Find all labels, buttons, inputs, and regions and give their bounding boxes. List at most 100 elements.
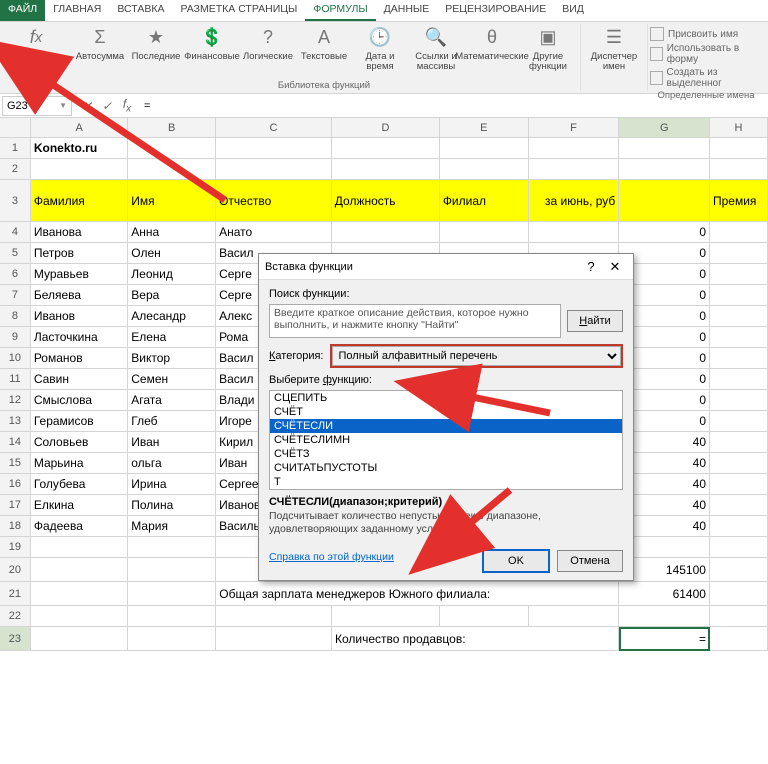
column-header[interactable]: D (332, 118, 440, 137)
close-button[interactable]: ✕ (603, 259, 627, 275)
ok-button[interactable]: OK (483, 550, 549, 572)
column-header[interactable]: B (128, 118, 216, 137)
insert-function-button[interactable]: fx Вставить функцию (8, 24, 64, 80)
logical-button[interactable]: ?Логические (240, 24, 296, 80)
function-list-item[interactable]: СЧЁТЕСЛИ (270, 419, 622, 433)
row-header[interactable]: 12 (0, 390, 31, 411)
tab-формулы[interactable]: ФОРМУЛЫ (305, 0, 375, 21)
cell[interactable]: Фадеева (31, 516, 128, 537)
cell[interactable]: 0 (619, 222, 710, 243)
cell[interactable]: Фамилия (31, 180, 128, 222)
row-header[interactable]: 17 (0, 495, 31, 516)
cell[interactable] (216, 159, 332, 180)
function-list-item[interactable]: СЧИТАТЬПУСТОТЫ (270, 461, 622, 475)
fx-button[interactable]: fx (118, 97, 136, 115)
dialog-titlebar[interactable]: Вставка функции ? ✕ (259, 254, 633, 280)
row-header[interactable]: 22 (0, 606, 31, 627)
cell[interactable]: Анна (128, 222, 216, 243)
cell[interactable]: Konekto.ru (31, 138, 128, 159)
cell[interactable] (710, 264, 768, 285)
cell[interactable]: = (619, 627, 710, 651)
function-list-item[interactable]: СЧЁТ (270, 405, 622, 419)
find-button[interactable]: Найти (567, 310, 623, 332)
column-header[interactable]: A (31, 118, 128, 137)
more-functions-button[interactable]: ▣Другие функции (520, 24, 576, 80)
financial-button[interactable]: 💲Финансовые (184, 24, 240, 80)
row-header[interactable]: 21 (0, 582, 31, 606)
cancel-button[interactable]: Отмена (557, 550, 623, 572)
cell[interactable] (710, 453, 768, 474)
cell[interactable]: Должность (332, 180, 440, 222)
function-list-item[interactable]: СЦЕПИТЬ (270, 391, 622, 405)
column-header[interactable]: C (216, 118, 332, 137)
cell[interactable] (128, 606, 216, 627)
cell[interactable] (332, 222, 440, 243)
row-header[interactable]: 8 (0, 306, 31, 327)
cell[interactable]: за июнь, руб (529, 180, 620, 222)
tab-разметка страницы[interactable]: РАЗМЕТКА СТРАНИЦЫ (172, 0, 305, 21)
cell[interactable]: Елкина (31, 495, 128, 516)
cell[interactable]: Романов (31, 348, 128, 369)
cell[interactable]: Глеб (128, 411, 216, 432)
row-header[interactable]: 7 (0, 285, 31, 306)
help-link[interactable]: Справка по этой функции (269, 551, 394, 563)
cell[interactable] (710, 558, 768, 582)
cell[interactable]: Ласточкина (31, 327, 128, 348)
cell[interactable] (216, 606, 332, 627)
cancel-formula-button[interactable]: ✕ (78, 97, 96, 115)
cell[interactable] (710, 606, 768, 627)
cell[interactable] (710, 369, 768, 390)
column-header[interactable]: G (619, 118, 710, 137)
cell[interactable]: Савин (31, 369, 128, 390)
cell[interactable]: Филиал (440, 180, 529, 222)
tab-рецензирование[interactable]: РЕЦЕНЗИРОВАНИЕ (437, 0, 554, 21)
cell[interactable]: Марьина (31, 453, 128, 474)
cell[interactable] (31, 627, 129, 651)
select-all-button[interactable] (0, 118, 31, 137)
cell[interactable]: Елена (128, 327, 216, 348)
cell[interactable] (529, 138, 620, 159)
cell[interactable] (710, 306, 768, 327)
cell[interactable] (216, 138, 332, 159)
column-header[interactable]: F (529, 118, 620, 137)
cell[interactable]: Полина (128, 495, 216, 516)
row-header[interactable]: 2 (0, 159, 31, 180)
cell[interactable] (128, 537, 216, 558)
row-header[interactable]: 18 (0, 516, 31, 537)
cell[interactable] (31, 159, 128, 180)
row-header[interactable]: 3 (0, 180, 31, 222)
cell[interactable] (710, 327, 768, 348)
cell[interactable]: Общая зарплата менеджеров Южного филиала… (216, 582, 619, 606)
row-header[interactable]: 9 (0, 327, 31, 348)
row-header[interactable]: 11 (0, 369, 31, 390)
cell[interactable] (619, 606, 710, 627)
cell[interactable]: Премия (710, 180, 768, 222)
cell[interactable] (710, 390, 768, 411)
cell[interactable]: Вера (128, 285, 216, 306)
row-header[interactable]: 14 (0, 432, 31, 453)
cell[interactable]: Иван (128, 432, 216, 453)
cell[interactable]: Соловьев (31, 432, 128, 453)
cell[interactable] (332, 138, 440, 159)
cell[interactable] (216, 627, 332, 651)
function-list-item[interactable]: Т (270, 475, 622, 489)
cell[interactable] (710, 285, 768, 306)
cell[interactable] (710, 411, 768, 432)
cell[interactable] (710, 627, 768, 651)
column-header[interactable]: E (440, 118, 529, 137)
cell[interactable] (31, 606, 128, 627)
row-header[interactable]: 15 (0, 453, 31, 474)
cell[interactable]: Петров (31, 243, 128, 264)
cell[interactable] (332, 606, 440, 627)
cell[interactable] (710, 159, 768, 180)
function-list-item[interactable]: СЧЁТЗ (270, 447, 622, 461)
math-button[interactable]: θМатематические (464, 24, 520, 80)
cell[interactable] (440, 138, 529, 159)
cell[interactable] (128, 627, 216, 651)
cell[interactable] (619, 180, 710, 222)
cell[interactable]: Иванова (31, 222, 128, 243)
use-in-formula-button[interactable]: Использовать в форму (650, 42, 762, 66)
cell[interactable] (31, 537, 128, 558)
cell[interactable]: Олен (128, 243, 216, 264)
cell[interactable]: Агата (128, 390, 216, 411)
